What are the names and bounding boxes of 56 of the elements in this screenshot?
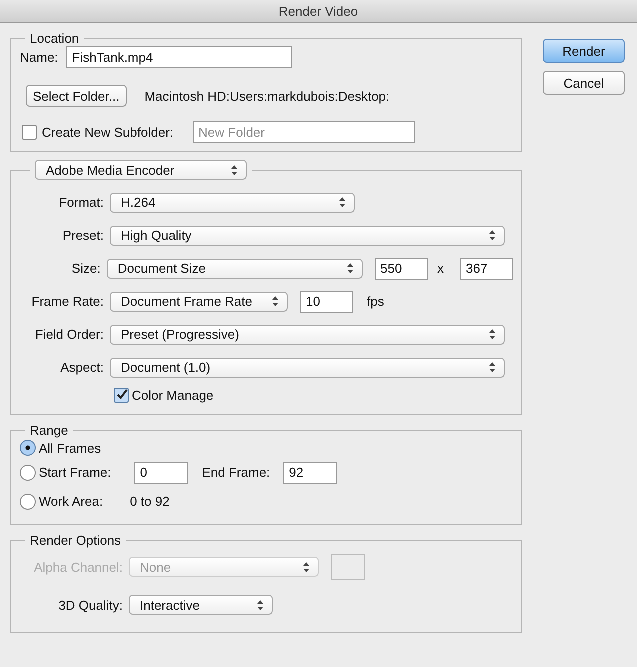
folder-path: Macintosh HD:Users:markdubois:Desktop: [144, 88, 390, 104]
radio-label: Start Frame: [39, 465, 112, 480]
dropdown[interactable]: Document (1.0) [110, 358, 505, 378]
field-label: Frame Rate: [30, 294, 104, 309]
radio-button[interactable] [20, 464, 36, 480]
checkbox[interactable] [22, 124, 37, 140]
radio-label: All Frames [39, 440, 102, 456]
times-sign: x [438, 261, 444, 276]
dropdown[interactable]: High Quality [110, 226, 505, 246]
field-label: Name: [20, 50, 58, 64]
section-title: Render Options [29, 533, 122, 548]
radio-label: Work Area: [39, 494, 104, 509]
up-down-arrows-icon [339, 197, 346, 208]
dialog-button[interactable]: Cancel [543, 71, 625, 95]
subfolder-field[interactable]: New Folder [192, 121, 415, 143]
dropdown[interactable]: Preset (Progressive) [110, 324, 505, 344]
field-label: Size: [70, 261, 101, 276]
start-frame-field[interactable]: 0 [134, 462, 188, 484]
window-title: Render Video [278, 4, 358, 18]
field-label: Field Order: [34, 327, 104, 342]
up-down-arrows-icon [272, 296, 279, 307]
up-down-arrows-icon [257, 600, 264, 610]
section-title: Location [29, 31, 80, 46]
up-down-arrows-icon [489, 230, 496, 241]
up-down-arrows-icon [303, 562, 310, 572]
unit-label: fps [367, 294, 384, 309]
name-field[interactable]: FishTank.mp4 [66, 46, 292, 68]
section-title: Range [29, 423, 70, 438]
checkbox-label: Color Manage [132, 388, 214, 402]
up-down-arrows-icon [231, 164, 238, 176]
radio-button[interactable] [20, 494, 36, 510]
checkbox[interactable] [114, 388, 129, 402]
dropdown[interactable]: Document Frame Rate [110, 292, 288, 312]
dropdown[interactable]: Document Size [106, 258, 362, 278]
radio-button[interactable] [20, 440, 36, 456]
up-down-arrows-icon [346, 263, 354, 274]
color-swatch[interactable] [331, 554, 365, 580]
field-label: Alpha Channel: [33, 560, 123, 574]
field-label: End Frame: [202, 465, 270, 480]
field-label: Preset: [62, 228, 104, 243]
field-label: Format: [58, 195, 104, 210]
select-folder-button[interactable]: Select Folder... [26, 85, 127, 107]
checkbox-label: Create New Subfolder: [42, 124, 174, 140]
width-field[interactable]: 550 [374, 258, 428, 280]
frame-rate-field[interactable]: 10 [300, 290, 353, 312]
height-field[interactable]: 367 [460, 258, 513, 280]
dialog-button[interactable]: Render [543, 39, 625, 63]
quality-dropdown[interactable]: Interactive [129, 595, 273, 615]
work-area-value: 0 to 92 [130, 494, 170, 509]
field-label: Aspect: [60, 360, 104, 375]
encoder-dropdown[interactable]: Adobe Media Encoder [35, 160, 247, 180]
dropdown[interactable]: H.264 [110, 192, 355, 212]
field-label: 3D Quality: [58, 598, 123, 612]
end-frame-field[interactable]: 92 [283, 462, 338, 484]
up-down-arrows-icon [489, 329, 496, 340]
up-down-arrows-icon [489, 362, 496, 373]
